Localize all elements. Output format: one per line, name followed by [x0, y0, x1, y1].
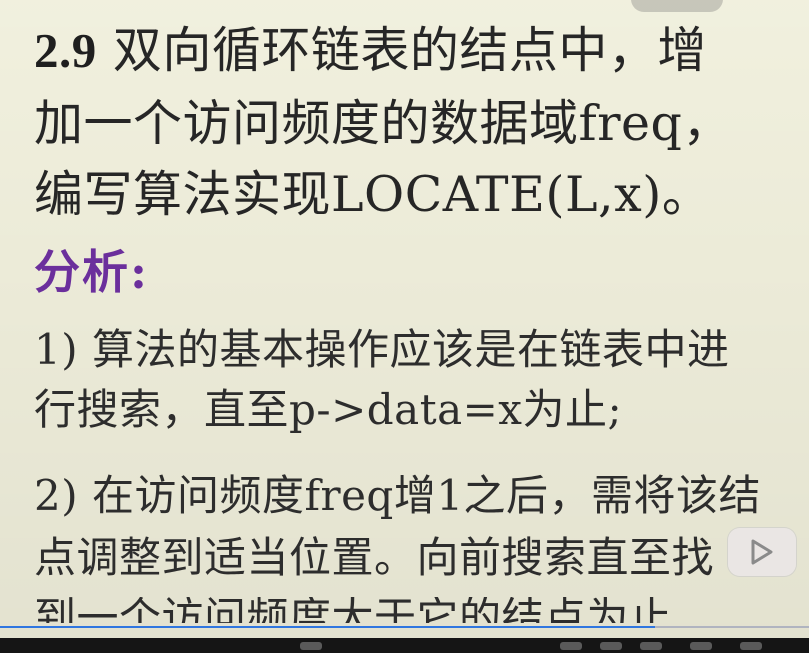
problem-number: 2.9 [34, 23, 97, 78]
control-icon[interactable] [690, 642, 712, 650]
control-icon[interactable] [740, 642, 762, 650]
analysis-line-1: 1) 算法的基本操作应该是在链表中进 [34, 325, 730, 374]
progress-bar-fill [0, 626, 656, 628]
analysis-line-2: 行搜索，直至p->data=x为止; [34, 385, 623, 434]
analysis-line-3: 2) 在访问频度freq增1之后，需将该结 [34, 471, 762, 520]
control-icon[interactable] [640, 642, 662, 650]
problem-line-1-text: 双向循环链表的结点中，增 [96, 22, 707, 79]
analysis-line-4: 点调整到适当位置。向前搜索直至找 [34, 533, 715, 582]
slide-text: 2.9 双向循环链表的结点中，增 加一个访问频度的数据域freq， 编写算法实现… [34, 14, 797, 623]
analysis-heading: 分析: [34, 245, 149, 299]
problem-line-3: 编写算法实现LOCATE(L,x)。 [34, 166, 712, 223]
analysis-line-5: 到一个访问频度大于它的结点为止 [34, 597, 672, 623]
video-frame: 2.9 双向循环链表的结点中，增 加一个访问频度的数据域freq， 编写算法实现… [0, 0, 809, 653]
play-button[interactable] [728, 528, 796, 576]
problem-line-2: 加一个访问频度的数据域freq， [34, 95, 732, 152]
progress-bar[interactable] [0, 626, 809, 628]
problem-line-1: 2.9 双向循环链表的结点中，增 [34, 26, 797, 75]
control-icon[interactable] [600, 642, 622, 650]
control-icon[interactable] [560, 642, 582, 650]
play-icon [751, 539, 773, 565]
overlay-badge [631, 0, 723, 12]
player-control-bar [0, 638, 809, 653]
control-icon[interactable] [300, 642, 322, 650]
